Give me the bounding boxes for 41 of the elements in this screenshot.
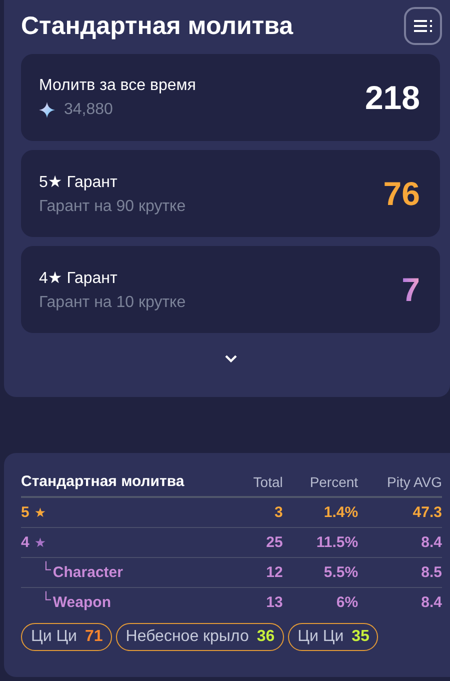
menu-button[interactable] (404, 7, 442, 45)
star-icon: ★ (34, 535, 46, 550)
table-cell: 11.5% (282, 528, 358, 558)
table-cell: 25 (232, 528, 283, 558)
row-label: Weapon (52, 594, 111, 611)
card-label: 4★ Гарант (39, 268, 118, 288)
row-label: Character (52, 564, 123, 581)
column-header: Pity AVG (358, 473, 442, 497)
table-cell: 6% (282, 588, 358, 617)
card-subtitle: Гарант на 90 крутке (39, 198, 186, 216)
table-cell: 8.5 (358, 558, 442, 588)
card-label: Молитв за все время (39, 76, 196, 94)
column-header: Стандартная молитва (21, 473, 232, 497)
character-chip: Ци Ци 71 (21, 623, 112, 651)
table-cell: 12 (232, 558, 283, 588)
table-cell: 8.4 (358, 588, 442, 617)
character-chip: Ци Ци 35 (288, 623, 378, 651)
table-cell: 3 (232, 497, 283, 528)
row-label: 4 (21, 534, 30, 551)
card-value: 76 (383, 174, 420, 212)
character-chip: Небесное крыло 36 (116, 623, 284, 651)
page-title: Стандартная молитва (21, 12, 294, 40)
card-subtitle: 34,880 (64, 100, 113, 118)
menu-icon (413, 19, 433, 33)
card-label: 5★ Гарант (39, 172, 118, 192)
branch-mark: └ (41, 591, 51, 607)
table-cell: 8.4 (358, 528, 442, 558)
row-label: 5 (21, 504, 30, 521)
expand-button[interactable] (222, 353, 238, 365)
table-cell: 5.5% (282, 558, 358, 588)
column-header: Total (232, 473, 283, 497)
table-cell: 1.4% (282, 497, 358, 528)
card-value: 218 (364, 78, 420, 116)
card-subtitle: Гарант на 10 крутке (39, 294, 186, 312)
branch-mark: └ (41, 561, 51, 577)
sparkle-icon (39, 102, 55, 118)
table-cell: 13 (232, 588, 283, 617)
star-icon: ★ (34, 505, 46, 520)
table-cell: 47.3 (358, 497, 442, 528)
column-header: Percent (282, 473, 358, 497)
chevron-icon (224, 355, 236, 363)
